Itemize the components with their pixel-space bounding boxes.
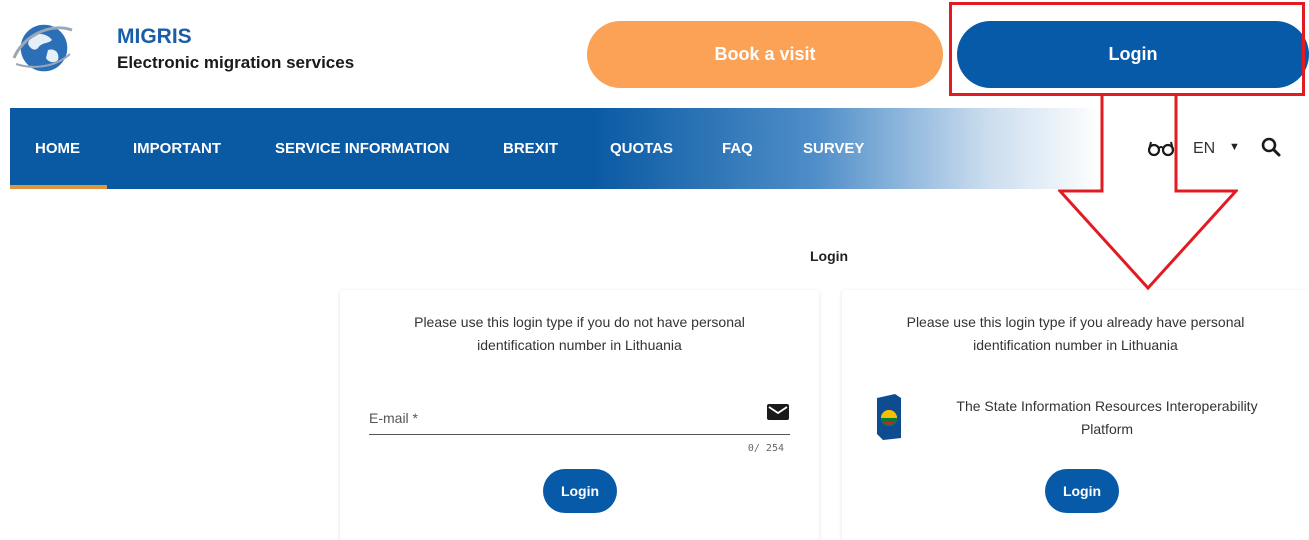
globe-logo-icon[interactable]: [8, 18, 78, 76]
left-card-description: Please use this login type if you do not…: [414, 314, 745, 353]
chevron-down-icon[interactable]: ▼: [1229, 141, 1240, 153]
platform-logo-icon: [877, 394, 901, 440]
search-icon[interactable]: [1259, 135, 1283, 159]
nav-item-faq[interactable]: FAQ: [722, 140, 753, 158]
glasses-icon[interactable]: [1147, 139, 1175, 157]
nav-item-brexit[interactable]: BREXIT: [503, 140, 558, 158]
email-field[interactable]: E-mail *: [369, 410, 418, 426]
nav-item-quotas[interactable]: QUOTAS: [610, 140, 673, 158]
email-login-button[interactable]: Login: [543, 469, 617, 513]
platform-name: The State Information Resources Interope…: [956, 398, 1258, 437]
nav-active-indicator: [10, 185, 107, 189]
book-visit-button[interactable]: Book a visit: [587, 21, 943, 88]
nav-item-survey[interactable]: SURVEY: [803, 140, 864, 158]
brand-name: MIGRIS: [117, 25, 192, 48]
language-selector[interactable]: EN: [1193, 140, 1215, 158]
page-title: Login: [810, 248, 849, 264]
nav-item-home[interactable]: HOME: [35, 140, 80, 158]
platform-login-button[interactable]: Login: [1045, 469, 1119, 513]
email-field-underline: [369, 434, 790, 435]
right-card-description: Please use this login type if you alread…: [906, 314, 1245, 353]
nav-item-service-information[interactable]: SERVICE INFORMATION: [275, 140, 449, 158]
brand-subtitle: Electronic migration services: [117, 53, 355, 72]
nav-item-important[interactable]: IMPORTANT: [133, 140, 221, 158]
header-login-button[interactable]: Login: [957, 21, 1309, 88]
email-char-counter: 0/ 254: [747, 443, 784, 454]
envelope-icon: [767, 404, 789, 420]
